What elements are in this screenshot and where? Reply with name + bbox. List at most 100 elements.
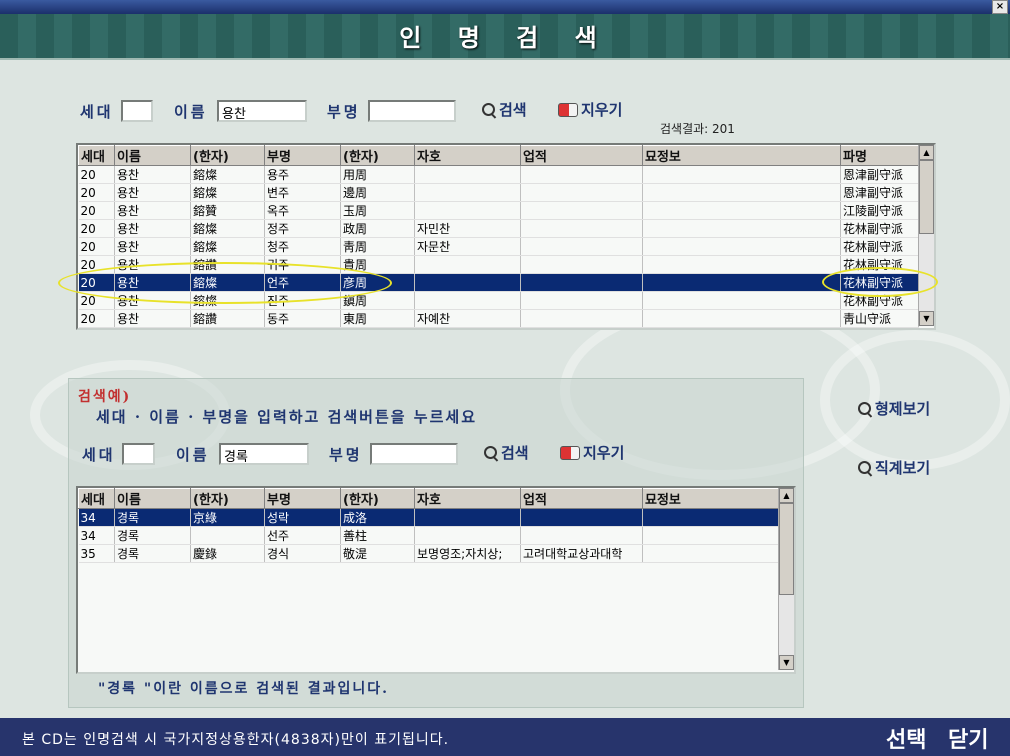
- column-header[interactable]: 묘정보: [642, 488, 779, 509]
- search-icon: [858, 401, 872, 416]
- table-cell: 用周: [340, 165, 415, 184]
- column-header[interactable]: 세대: [78, 488, 115, 509]
- table-cell: 경록: [114, 544, 191, 563]
- table-row[interactable]: 20 용찬 鎔燦 정주 政周 자민찬 花林副守派: [78, 219, 919, 238]
- table-cell: 成洛: [340, 508, 415, 527]
- example-father-name-input[interactable]: [370, 443, 458, 465]
- example-results-table[interactable]: 세대 이름 (한자) 부명 (한자) 자호 업적 묘정보 34 경록 京綠 성락 成洛 34 경록 선주 善柱…: [76, 486, 796, 674]
- example-title: 검색예): [78, 389, 132, 405]
- table-cell: [414, 183, 521, 202]
- table-row[interactable]: 20 용찬 鎔燦 용주 用周 恩津副守派: [78, 165, 919, 184]
- example-generation-input[interactable]: [122, 443, 155, 465]
- table-cell: 江陵副守派: [840, 201, 919, 220]
- eraser-icon: [558, 102, 578, 117]
- column-header[interactable]: 이름: [114, 488, 191, 509]
- table-cell: 鎭周: [340, 291, 415, 310]
- column-header[interactable]: 부명: [264, 145, 341, 166]
- column-header[interactable]: 세대: [78, 145, 115, 166]
- column-header[interactable]: 자호: [414, 488, 521, 509]
- column-header[interactable]: (한자): [340, 488, 415, 509]
- clear-button-label: 지우기: [581, 101, 623, 119]
- table-cell: [414, 291, 521, 310]
- scroll-down-icon[interactable]: ▼: [919, 311, 934, 326]
- table-cell: 靑山守派: [840, 309, 919, 328]
- eraser-icon: [560, 445, 580, 460]
- column-header[interactable]: 업적: [520, 488, 643, 509]
- table-cell: 34: [78, 526, 115, 545]
- search-icon: [484, 445, 498, 460]
- column-header[interactable]: 이름: [114, 145, 191, 166]
- table-cell: [520, 201, 643, 220]
- table-row[interactable]: 20 용찬 鎔讚 귀주 貴周 花林副守派: [78, 255, 919, 274]
- scroll-up-icon[interactable]: ▲: [919, 145, 934, 160]
- table-row[interactable]: 20 용찬 鎔燦 진주 鎭周 花林副守派: [78, 291, 919, 310]
- table-cell: 敬湜: [340, 544, 415, 563]
- table-cell: 善柱: [340, 526, 415, 545]
- table-cell: 자민찬: [414, 219, 521, 238]
- example-clear-button[interactable]: 지우기: [560, 442, 624, 463]
- table-row[interactable]: 35 경록 慶錄 경식 敬湜 보명영조;자치상; 고려대학교상과대학: [78, 544, 779, 563]
- table-cell: 용찬: [114, 201, 191, 220]
- table-cell: [414, 273, 521, 292]
- table-cell: 변주: [264, 183, 341, 202]
- table-cell: 20: [78, 219, 115, 238]
- table-row[interactable]: 20 용찬 鎔讚 동주 東周 자예찬 靑山守派: [78, 309, 919, 328]
- table-cell: 鎔燦: [190, 237, 265, 256]
- column-header[interactable]: 묘정보: [642, 145, 841, 166]
- selected-table-row[interactable]: 20 용찬 鎔燦 언주 彦周 花林副守派: [78, 273, 919, 292]
- table-cell: 20: [78, 165, 115, 184]
- table-row[interactable]: 34 경록 선주 善柱: [78, 526, 779, 545]
- table-cell: [520, 237, 643, 256]
- column-header[interactable]: 업적: [520, 145, 643, 166]
- search-button[interactable]: 검색: [482, 99, 527, 120]
- results-table[interactable]: 세대 이름 (한자) 부명 (한자) 자호 업적 묘정보 파명 20 용찬 鎔燦 용주 用周 恩津副守派 2…: [76, 143, 936, 330]
- column-header[interactable]: 부명: [264, 488, 341, 509]
- example-search-label: 검색: [501, 444, 529, 462]
- example-scrollbar[interactable]: ▲ ▼: [778, 488, 794, 670]
- table-cell: 花林副守派: [840, 255, 919, 274]
- table-cell: [414, 508, 521, 527]
- sibling-view-button[interactable]: 형제보기: [858, 398, 930, 419]
- table-cell: 20: [78, 255, 115, 274]
- column-header[interactable]: 자호: [414, 145, 521, 166]
- table-cell: [642, 273, 841, 292]
- table-cell: [520, 291, 643, 310]
- table-cell: 20: [78, 309, 115, 328]
- results-scrollbar[interactable]: ▲ ▼: [918, 145, 934, 326]
- table-row[interactable]: 20 용찬 鎔燦 변주 邊周 恩津副守派: [78, 183, 919, 202]
- table-cell: 20: [78, 201, 115, 220]
- select-button[interactable]: 선택: [886, 722, 926, 754]
- table-cell: [642, 165, 841, 184]
- table-cell: 용찬: [114, 219, 191, 238]
- clear-button[interactable]: 지우기: [558, 99, 622, 120]
- lineage-view-button[interactable]: 직계보기: [858, 457, 930, 478]
- scroll-thumb[interactable]: [919, 160, 934, 234]
- table-row[interactable]: 20 용찬 鎔贊 옥주 玉周 江陵副守派: [78, 201, 919, 220]
- table-cell: [642, 526, 779, 545]
- generation-input[interactable]: [121, 100, 153, 122]
- column-header[interactable]: 파명: [840, 145, 919, 166]
- table-cell: 정주: [264, 219, 341, 238]
- footer-notice: 본 CD는 인명검색 시 국가지정상용한자(4838자)만이 표기됩니다.: [22, 732, 450, 748]
- column-header[interactable]: (한자): [340, 145, 415, 166]
- scroll-up-icon[interactable]: ▲: [779, 488, 794, 503]
- table-cell: [642, 219, 841, 238]
- selected-table-row[interactable]: 34 경록 京綠 성락 成洛: [78, 508, 779, 527]
- table-cell: [414, 526, 521, 545]
- table-cell: 鎔燦: [190, 165, 265, 184]
- father-name-input[interactable]: [368, 100, 456, 122]
- table-cell: 35: [78, 544, 115, 563]
- father-name-label: 부명: [327, 103, 361, 121]
- table-cell: 鎔燦: [190, 219, 265, 238]
- close-button[interactable]: 닫기: [948, 722, 988, 754]
- table-cell: [642, 508, 779, 527]
- column-header[interactable]: (한자): [190, 145, 265, 166]
- example-name-input[interactable]: 경록: [219, 443, 309, 465]
- scroll-down-icon[interactable]: ▼: [779, 655, 794, 670]
- column-header[interactable]: (한자): [190, 488, 265, 509]
- scroll-thumb[interactable]: [779, 503, 794, 595]
- name-input[interactable]: 용찬: [217, 100, 307, 122]
- table-row[interactable]: 20 용찬 鎔燦 청주 靑周 자문찬 花林副守派: [78, 237, 919, 256]
- example-search-button[interactable]: 검색: [484, 442, 529, 463]
- close-window-icon[interactable]: ×: [992, 0, 1008, 14]
